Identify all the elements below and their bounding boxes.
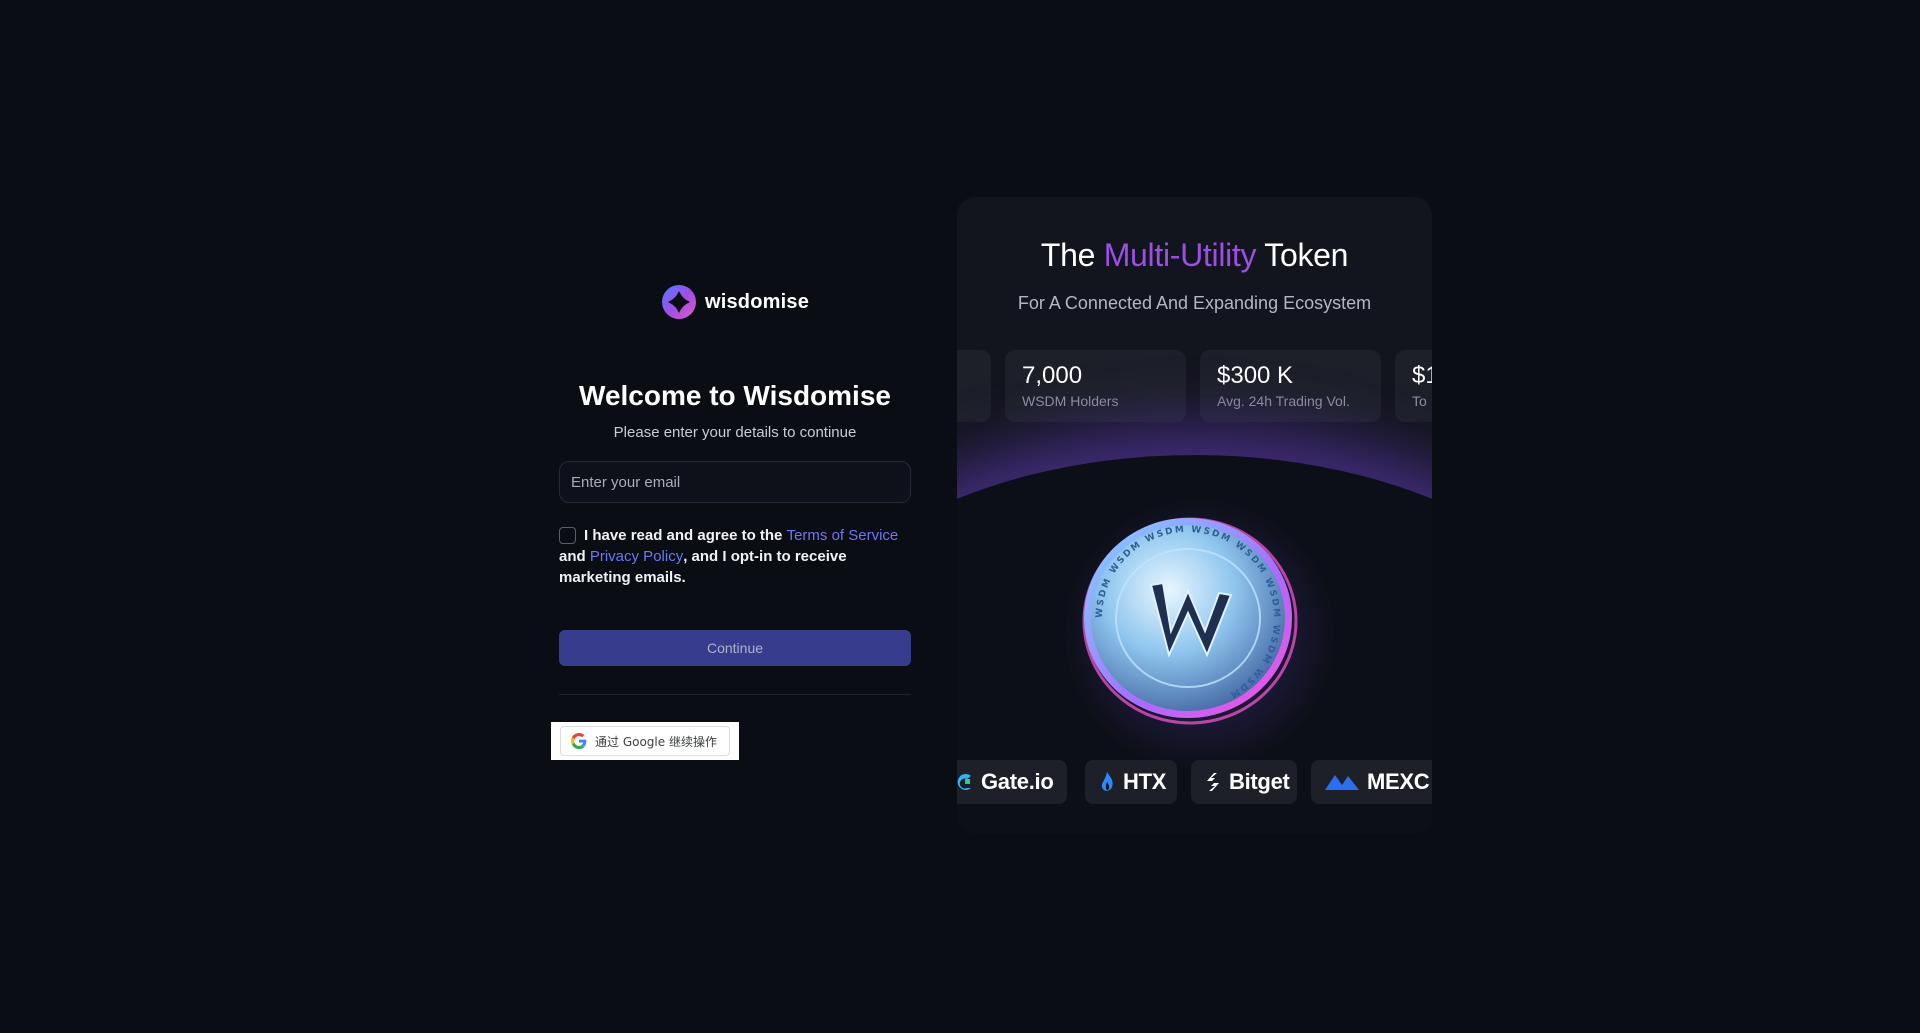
stat-value: 7,000 — [1022, 362, 1083, 389]
stat-label: WSDM Holders — [1022, 393, 1119, 409]
htx-flame-icon — [1101, 772, 1113, 791]
promo-title-suffix: Token — [1256, 237, 1349, 273]
mexc-mountain-icon — [1325, 775, 1359, 790]
brand-name: wisdomise — [704, 290, 810, 313]
exchange-name: HTX — [1123, 769, 1167, 794]
stat-label: Avg. 24h Trading Vol. — [1217, 393, 1350, 409]
exchange-name: Bitget — [1229, 769, 1290, 794]
brand: wisdomise — [661, 280, 809, 324]
divider — [559, 694, 911, 695]
agree-text: I have read and agree to the Terms of Se… — [559, 525, 911, 588]
agree-text-start: I have read and agree to the — [584, 527, 787, 544]
google-signin-label: 通过 Google 继续操作 — [595, 734, 717, 749]
exchange-gateio: Gate.io — [957, 760, 1067, 804]
privacy-policy-link[interactable]: Privacy Policy — [590, 548, 683, 565]
stat-card-partial — [957, 350, 991, 422]
google-signin-area: 通过 Google 继续操作 — [551, 722, 911, 760]
page-title: Welcome to Wisdomise — [579, 380, 891, 411]
promo-title-accent: Multi-Utility — [1103, 237, 1257, 273]
promo-subtitle: For A Connected And Expanding Ecosystem — [1017, 293, 1372, 313]
stat-card: 7,000 WSDM Holders — [1005, 350, 1186, 422]
gateio-icon — [957, 774, 971, 790]
exchange-name: MEXC — [1367, 769, 1430, 794]
stat-value: $1 — [1412, 362, 1432, 389]
terms-agreement: I have read and agree to the Terms of Se… — [559, 525, 911, 588]
wsdm-coin-icon: WSDM WSDM WSDM WSDM WSDM WSDM WSDM WSDM — [1082, 517, 1298, 725]
promo-title-prefix: The — [1040, 237, 1104, 273]
exchange-mexc: MEXC — [1311, 760, 1432, 804]
google-signin-frame: 通过 Google 继续操作 — [551, 722, 739, 760]
wsdm-coin: WSDM WSDM WSDM WSDM WSDM WSDM WSDM WSDM — [1073, 503, 1303, 733]
agree-checkbox[interactable] — [559, 527, 576, 544]
google-g-icon — [571, 733, 587, 749]
page-subtitle: Please enter your details to continue — [613, 424, 857, 441]
stat-card: $300 K Avg. 24h Trading Vol. — [1200, 350, 1381, 422]
agree-and-text: and — [559, 548, 590, 565]
exchange-name: Gate.io — [981, 769, 1054, 794]
promo-title: The Multi-Utility Token — [957, 237, 1432, 274]
stats-carousel: 7,000 WSDM Holders $300 K Avg. 24h Tradi… — [957, 350, 1432, 422]
stat-card: $1 To — [1395, 350, 1432, 422]
promo-panel: The Multi-Utility Token For A Connected … — [957, 197, 1432, 834]
agree-text-continued: and Privacy Policy, and I opt-in to rece… — [559, 546, 911, 588]
google-signin-button[interactable]: 通过 Google 继续操作 — [560, 726, 730, 756]
terms-of-service-link[interactable]: Terms of Service — [787, 527, 899, 544]
bitget-icon — [1207, 773, 1219, 791]
stat-label: To — [1412, 393, 1427, 409]
exchanges-strip: Gate.io HTX Bitget MEXC — [957, 760, 1432, 804]
exchange-htx: HTX — [1085, 760, 1177, 804]
continue-button[interactable]: Continue — [559, 630, 911, 666]
email-field[interactable] — [559, 461, 911, 503]
stat-value: $300 K — [1217, 362, 1294, 389]
wisdomise-logo-icon — [661, 285, 696, 319]
login-form: wisdomise Welcome to Wisdomise Please en… — [551, 280, 912, 760]
exchange-bitget: Bitget — [1191, 760, 1297, 804]
